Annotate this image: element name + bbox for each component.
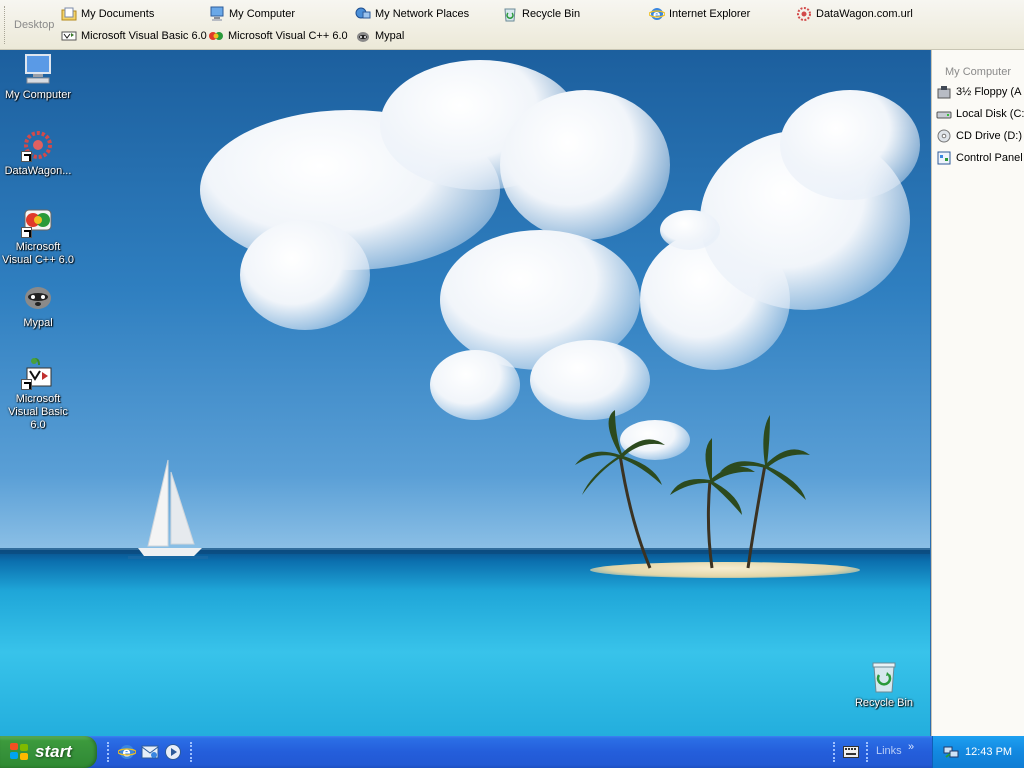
shortcut-arrow-icon	[21, 227, 32, 238]
svg-text:e: e	[123, 746, 131, 760]
hard-disk-icon	[936, 106, 952, 122]
side-item-local-disk[interactable]: Local Disk (C:	[936, 105, 1024, 123]
toolbar-item-visual-basic[interactable]: Microsoft Visual Basic 6.0	[61, 27, 207, 45]
cd-drive-icon	[936, 128, 952, 144]
toolbar-item-recycle-bin[interactable]: Recycle Bin	[502, 5, 580, 23]
desktop-icon-datawagon[interactable]: DataWagon...	[0, 128, 76, 178]
palm-trees	[575, 410, 810, 569]
toolbar-title: Desktop	[14, 19, 55, 31]
toolbar-item-internet-explorer[interactable]: e Internet Explorer	[648, 5, 750, 23]
visual-cpp-icon	[21, 204, 55, 238]
start-button[interactable]: start	[0, 736, 97, 768]
keyboard-icon[interactable]	[843, 746, 859, 758]
toolbar-item-network-places[interactable]: My Network Places	[355, 5, 469, 23]
toolbar-grip[interactable]	[4, 6, 7, 44]
desktop-icon-visual-cpp[interactable]: Microsoft Visual C++ 6.0	[0, 204, 76, 267]
visual-basic-icon	[61, 28, 77, 44]
toolbar-item-my-computer[interactable]: My Computer	[209, 5, 295, 23]
desktop-icon-visual-basic[interactable]: Microsoft Visual Basic 6.0	[0, 356, 76, 432]
quick-launch-grip[interactable]	[107, 742, 110, 762]
desktop-wallpaper	[0, 50, 930, 736]
system-tray: 12:43 PM	[932, 736, 1024, 768]
desktop-icon-recycle-bin[interactable]: Recycle Bin	[846, 660, 922, 710]
mypal-icon	[21, 280, 55, 314]
taskbar-grip[interactable]	[190, 742, 193, 762]
my-computer-toolbar: My Computer 3½ Floppy (A Local Disk (C: …	[931, 50, 1024, 736]
toolbar-item-my-documents[interactable]: My Documents	[61, 5, 154, 23]
toolbar-item-visual-cpp[interactable]: Microsoft Visual C++ 6.0	[208, 27, 348, 45]
url-shortcut-icon	[21, 128, 55, 162]
taskbar-clock[interactable]: 12:43 PM	[965, 746, 1012, 758]
url-shortcut-icon	[796, 6, 812, 22]
links-chevron-icon[interactable]: »	[908, 741, 914, 753]
desktop-icon-mypal[interactable]: Mypal	[0, 280, 76, 330]
outlook-express-icon[interactable]	[141, 743, 159, 761]
floppy-drive-icon	[936, 84, 952, 100]
side-item-cd-drive[interactable]: CD Drive (D:)	[936, 127, 1022, 145]
desktop-toolbar: Desktop My Documents My Computer My Netw…	[0, 0, 1024, 50]
shortcut-arrow-icon	[21, 379, 32, 390]
my-computer-icon	[21, 52, 55, 86]
sailboat	[128, 459, 208, 559]
internet-explorer-icon: e	[648, 6, 666, 22]
side-item-control-panel[interactable]: Control Panel	[936, 149, 1023, 167]
visual-cpp-icon	[208, 28, 224, 44]
my-computer-icon	[209, 6, 225, 22]
internet-explorer-icon[interactable]: e	[117, 743, 137, 761]
taskbar: start e Links » 12:43 PM	[0, 736, 1024, 768]
side-bar-title: My Computer	[945, 66, 1012, 78]
windows-logo-icon	[10, 743, 30, 761]
svg-text:e: e	[653, 8, 660, 21]
toolbar-item-mypal[interactable]: Mypal	[355, 27, 404, 45]
network-connection-icon[interactable]	[943, 744, 959, 760]
links-toolbar-label[interactable]: Links	[876, 745, 902, 757]
control-panel-icon	[936, 150, 952, 166]
network-places-icon	[355, 6, 371, 22]
shortcut-arrow-icon	[21, 151, 32, 162]
tray-grip[interactable]	[833, 742, 836, 762]
recycle-bin-icon	[867, 660, 901, 694]
mypal-icon	[355, 28, 371, 44]
desktop-icon-my-computer[interactable]: My Computer	[0, 52, 76, 102]
toolbar-item-datawagon-url[interactable]: DataWagon.com.url	[796, 5, 913, 23]
visual-basic-icon	[21, 356, 55, 390]
media-player-icon[interactable]	[164, 743, 182, 761]
recycle-bin-icon	[502, 6, 518, 22]
side-item-floppy[interactable]: 3½ Floppy (A	[936, 83, 1021, 101]
my-documents-icon	[61, 6, 77, 22]
